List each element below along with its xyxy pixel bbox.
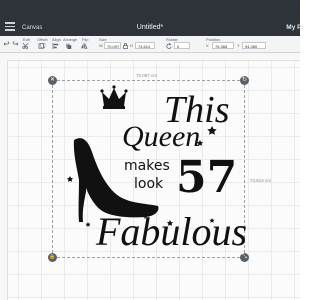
redo-icon[interactable] [12, 41, 19, 47]
top-ruler [0, 53, 300, 61]
lock-icon[interactable] [123, 43, 128, 49]
y-position-input[interactable]: 94.380 [242, 42, 266, 49]
x-prefix: X [206, 43, 209, 48]
edit-label: Edit [23, 37, 30, 42]
design-artwork[interactable]: This Queen makes look 57 Fabulous [52, 80, 247, 258]
height-input[interactable]: 74.614 [135, 42, 155, 49]
crown-icon [100, 85, 128, 109]
word-queen: Queen [122, 120, 200, 153]
width-input[interactable]: 70.097 [104, 42, 121, 49]
my-projects-link[interactable]: My Pr [286, 24, 304, 31]
close-handle[interactable]: ✕ [48, 76, 57, 85]
resize-handle[interactable]: ⤡ [240, 253, 249, 262]
height-prefix: H [130, 43, 133, 48]
arrange-icon[interactable] [65, 43, 73, 49]
height-dimension-label: 74.614 cm [250, 178, 272, 183]
number-57: 57 [176, 152, 237, 203]
word-look: look [134, 176, 164, 192]
offset-label: Offset [37, 37, 48, 42]
edit-toolbar: Edit Offset Align Arrange Flip Size W 70… [0, 36, 300, 53]
word-fabulous: Fabulous [95, 209, 247, 254]
undo-icon[interactable] [3, 41, 10, 47]
arrange-label: Arrange [63, 37, 78, 42]
flip-icon[interactable] [80, 43, 88, 49]
word-makes: makes [124, 158, 170, 174]
offset-icon[interactable] [38, 43, 46, 49]
title-bar: Canvas Untitled* My Pr [0, 0, 304, 36]
width-dimension-label: 70.097 cm [136, 73, 158, 78]
width-prefix: W [99, 43, 103, 48]
align-icon[interactable] [52, 43, 60, 49]
rotate-input[interactable]: 0 [174, 42, 190, 49]
scissors-icon[interactable] [22, 43, 30, 49]
flip-label: Flip [82, 37, 89, 42]
document-title: Untitled* [136, 24, 164, 31]
align-label: Align [52, 37, 61, 42]
lock-handle[interactable]: 🔒 [48, 253, 57, 262]
y-prefix: Y [237, 43, 240, 48]
left-ruler [0, 60, 8, 300]
rotate-icon [166, 43, 172, 49]
rotate-handle[interactable]: ↻ [240, 76, 249, 85]
x-position-input[interactable]: 76.368 [212, 42, 234, 49]
